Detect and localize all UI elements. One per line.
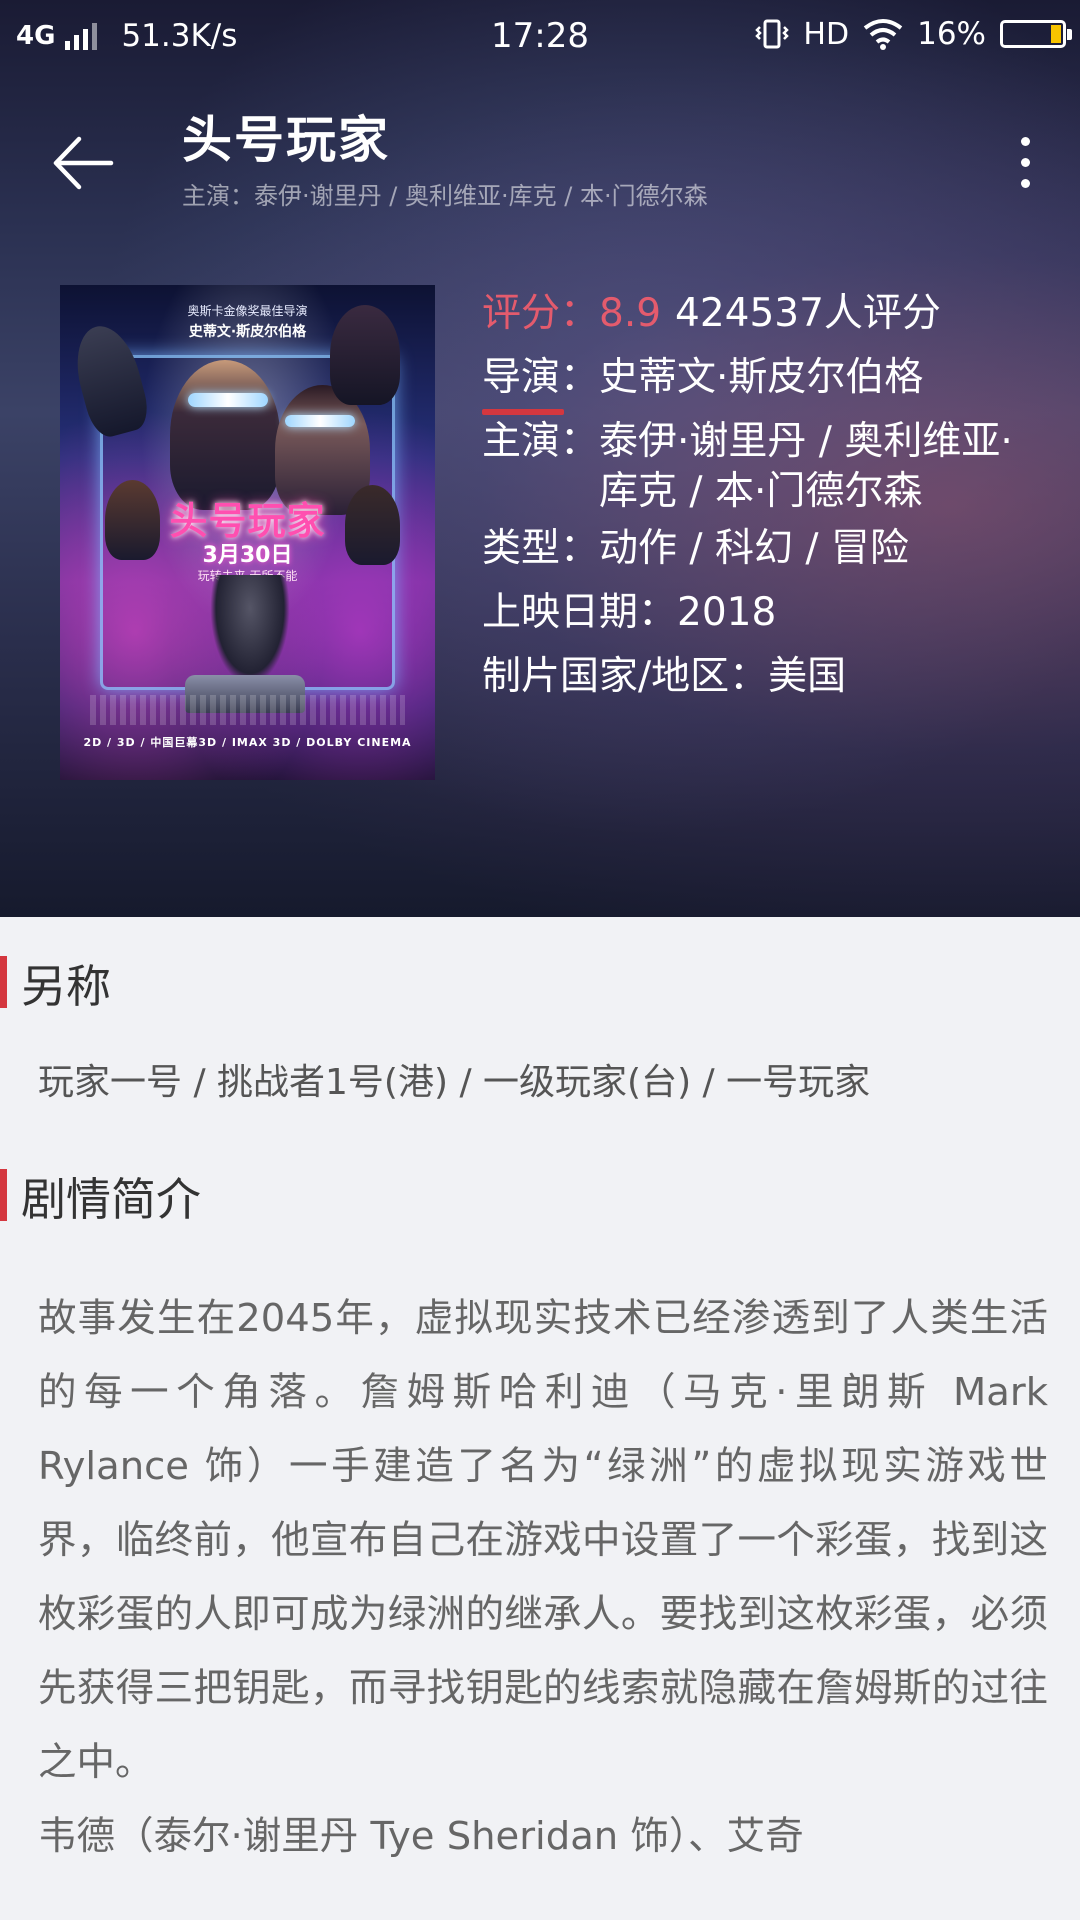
director-label: 导演： [482,355,600,400]
movie-hero: 4G 51.3K/s 17:28 HD 16% 头号玩家 主演：泰伊·谢里丹 /… [0,0,1080,917]
wifi-icon [863,19,903,50]
genre-label: 类型： [482,526,600,571]
battery-level [1051,25,1061,43]
genre-row: 类型： 动作 / 科幻 / 冒险 [482,517,1042,581]
aliases-section-header: 另称 [0,952,1080,1013]
genre-value: 动作 / 科幻 / 冒险 [599,526,909,571]
more-vertical-icon-dot [1020,157,1030,167]
synopsis-text: 故事发生在2045年，虚拟现实技术已经渗透到了人类生活的每一个角落。詹姆斯哈利迪… [38,1296,1048,1859]
poster-formats: 2D / 3D / 中国巨幕3D / IMAX 3D / DOLBY CINEM… [83,736,412,749]
actors-value[interactable]: 泰伊·谢里丹 / 奥利维亚·库克 / 本·门德尔森 [599,410,1042,517]
arrow-left-icon [53,136,114,190]
page-subtitle: 主演：泰伊·谢里丹 / 奥利维亚·库克 / 本·门德尔森 [182,182,708,210]
director-row[interactable]: 导演： 史蒂文·斯皮尔伯格 [482,346,1042,410]
director-value[interactable]: 史蒂文·斯皮尔伯格 [599,346,1042,410]
battery-percent: 16% [917,16,986,52]
director-underline [482,409,564,415]
battery-icon [1000,20,1072,48]
country-label: 制片国家/地区： [482,654,769,699]
status-bar: 4G 51.3K/s 17:28 HD 16% [0,0,1080,74]
rating-label: 评分： [482,291,600,336]
more-vertical-icon-dot [1020,136,1030,146]
back-button[interactable] [40,120,126,206]
synopsis-title: 剧情简介 [21,1172,202,1226]
synopsis-section-header: 剧情简介 [0,1165,1080,1226]
actors-label: 主演： [482,419,600,464]
section-accent-bar [0,1169,7,1221]
hd-label: HD [803,16,850,52]
rating-value: 8.9 [599,291,662,336]
more-button[interactable] [1000,122,1050,202]
aliases-text: 玩家一号 / 挑战者1号(港) / 一级玩家(台) / 一号玩家 [38,1062,871,1103]
poster-figure-ally [330,305,400,405]
poster-robot [210,575,290,685]
country-row: 制片国家/地区： 美国 [482,645,1042,709]
poster-figure-right [345,485,400,565]
country-value: 美国 [768,654,847,699]
section-accent-bar [0,956,7,1008]
movie-poster[interactable]: 奥斯卡金像奖最佳导演 史蒂文·斯皮尔伯格 头号玩家 3月30日 玩转未来 无所不… [60,285,435,780]
title-block: 头号玩家 主演：泰伊·谢里丹 / 奥利维亚·库克 / 本·门德尔森 [182,108,708,216]
actors-row: 主演： 泰伊·谢里丹 / 奥利维亚·库克 / 本·门德尔森 [482,410,1042,517]
release-label: 上映日期： [482,590,678,635]
release-row: 上映日期： 2018 [482,581,1042,645]
poster-visor-2 [285,415,355,427]
release-value: 2018 [677,590,777,635]
poster-figure-hero [170,360,280,510]
poster-figure-left [105,480,160,560]
vibrate-icon [755,19,790,49]
app-bar: 头号玩家 主演：泰伊·谢里丹 / 奥利维亚·库克 / 本·门德尔森 [0,100,1080,220]
aliases-title: 另称 [21,959,112,1013]
page-title: 头号玩家 [182,111,390,169]
rating-row: 评分：8.9 424537人评分 [482,282,1042,346]
rating-count: 424537人评分 [675,291,941,336]
movie-info: 评分：8.9 424537人评分 导演： 史蒂文·斯皮尔伯格 主演： 泰伊·谢里丹… [482,282,1042,709]
poster-credits [90,695,405,725]
status-right: HD 16% [755,16,1072,52]
poster-visor [188,393,268,407]
more-vertical-icon-dot [1020,178,1030,188]
